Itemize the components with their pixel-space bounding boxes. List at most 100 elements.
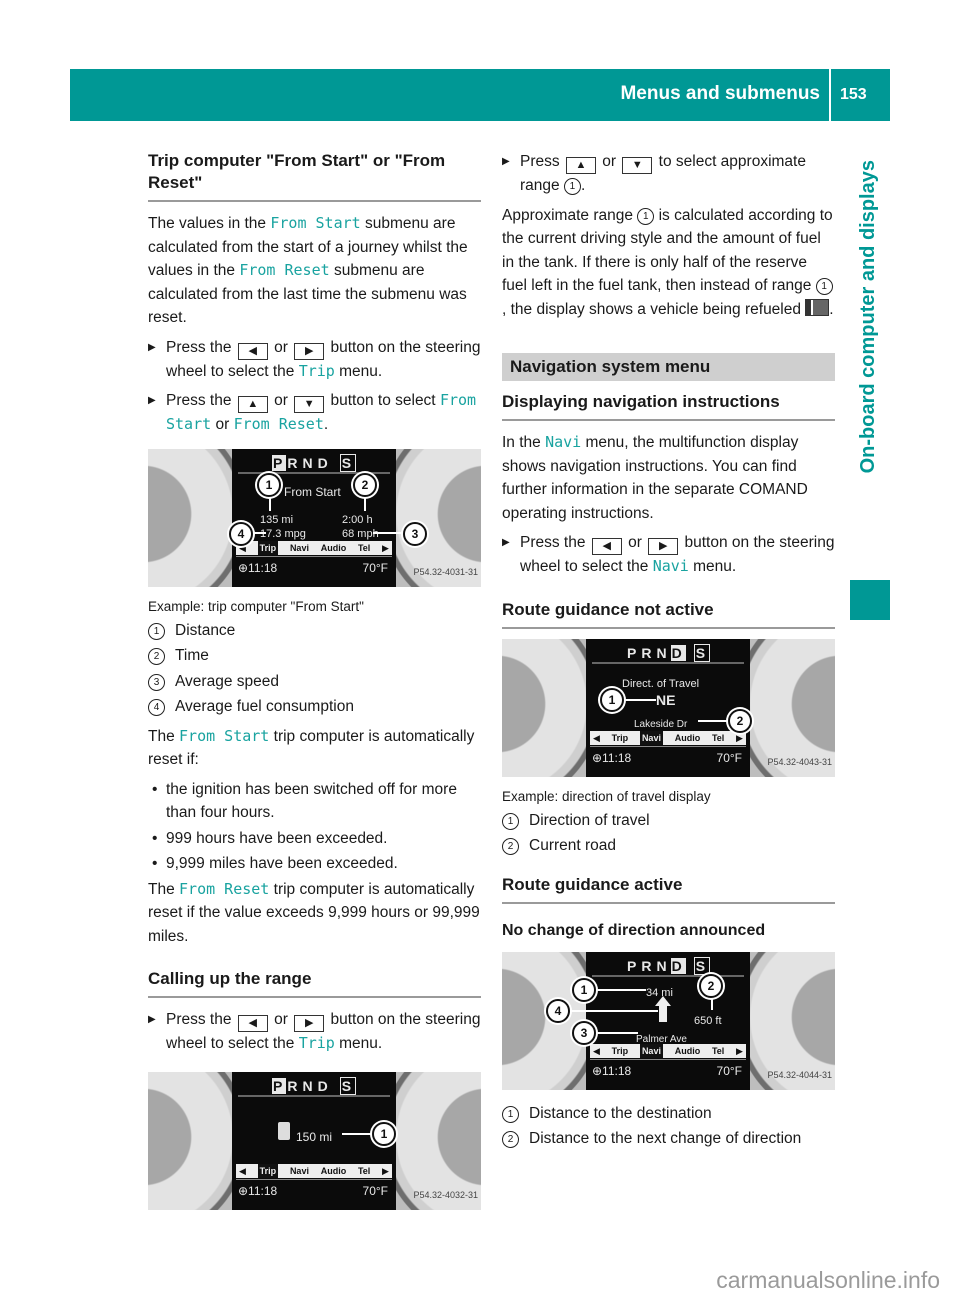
reset-paragraph: The From Start trip computer is automati…	[148, 725, 481, 772]
status-row: ⊕11:18 70°F	[592, 747, 742, 771]
range-paragraph: Approximate range 1 is calculated accord…	[502, 204, 835, 322]
menu-term: From Reset	[179, 879, 270, 898]
figure-caption: Example: trip computer "From Start"	[148, 598, 364, 614]
status-row: ⊕11:18 70°F	[592, 1060, 742, 1084]
status-row: ⊕11:18 70°F	[238, 1180, 388, 1204]
figure-caption: Example: direction of travel display	[502, 788, 711, 804]
gear-d: D	[317, 454, 331, 471]
legend-item: 2 Distance to the next change of directio…	[502, 1127, 835, 1151]
callout-number: 1	[502, 1105, 519, 1123]
gear-n: N	[656, 957, 670, 974]
multifunction-display: PRNDS 150 mi ◀ Trip Navi Audio Tel ▶ ⊕11…	[232, 1071, 396, 1210]
straight-arrow-shaft	[659, 1005, 667, 1022]
text: Press the	[166, 1011, 236, 1028]
menu-term: From Reset	[239, 261, 330, 279]
right-button-icon: ▶	[294, 1015, 325, 1032]
callout-1: 1	[600, 687, 624, 712]
legend-label: Time	[175, 647, 209, 664]
callout-number: 2	[148, 648, 165, 665]
menu-bar: ◀ Trip Navi Audio Tel ▶	[590, 1043, 746, 1058]
page-number: 153	[840, 86, 867, 103]
figure-code: P54.32-4044-31	[767, 1070, 832, 1080]
clock: ⊕11:18	[592, 1063, 632, 1078]
callout-2: 2	[353, 472, 377, 497]
menu-next-icon: ▶	[736, 732, 743, 743]
callout-line	[342, 1132, 374, 1135]
legend-item: 4 Average fuel consumption	[148, 695, 481, 719]
instruction-step: Press the ▲ or ▼ button to select From S…	[148, 389, 481, 437]
menu-trip: Trip	[257, 1163, 279, 1178]
callout-line	[592, 1031, 638, 1034]
callout-2: 2	[699, 973, 723, 998]
callout-4: 4	[229, 521, 253, 546]
menu-navi: Navi	[639, 730, 663, 745]
menu-trip: Trip	[611, 1045, 629, 1056]
menu-term: Navi	[545, 433, 582, 451]
watermark: carmanualsonline.info	[716, 1267, 940, 1293]
outside-temperature: 70°F	[362, 1183, 388, 1198]
callout-number: 2	[502, 1131, 519, 1148]
callout-number: 4	[148, 699, 165, 716]
callout-2: 2	[728, 708, 752, 733]
multifunction-display: PRNDS 34 mi 650 ft Palmer Ave ◀ Trip Nav…	[586, 951, 750, 1090]
legend-item: 3 Average speed	[148, 670, 481, 694]
reset2-paragraph: The From Reset trip computer is automati…	[148, 878, 481, 949]
callout-line	[562, 1009, 658, 1012]
not-active-heading: Route guidance not active	[502, 599, 835, 629]
menu-tel: Tel	[357, 542, 371, 553]
callout-line	[373, 531, 403, 534]
callout-4: 4	[546, 998, 570, 1023]
down-button-icon: ▼	[622, 157, 653, 174]
intro-paragraph: The values in the From Start submenu are…	[148, 212, 481, 330]
callout-line	[711, 995, 713, 1010]
legend-label: Direction of travel	[529, 811, 650, 829]
chapter-tab: On-board computer and displays	[838, 160, 898, 570]
cluster-figure-route-active: PRNDS 34 mi 650 ft Palmer Ave ◀ Trip Nav…	[502, 951, 835, 1090]
gear-n: N	[302, 454, 316, 471]
menu-navi: Navi	[639, 1043, 663, 1058]
callout-line	[622, 698, 656, 701]
legend-label: Current road	[529, 837, 617, 854]
legend-item: 2 Time	[148, 644, 481, 668]
direction-value: NE	[656, 691, 676, 708]
callout-number: 1	[637, 207, 655, 225]
cluster-figure-from-start: PRNDS From Start 135 mi 2:00 h 17.3 mpg …	[148, 448, 481, 587]
gear-p: P	[271, 1077, 287, 1094]
chapter-marker	[850, 580, 890, 620]
navigation-band-heading: Navigation system menu	[502, 353, 835, 381]
figure-code: P54.32-4032-31	[413, 1190, 478, 1200]
callout-line	[592, 988, 646, 991]
menu-term: From Start	[179, 726, 270, 745]
text: Press	[520, 153, 564, 170]
menu-term: From Start	[270, 214, 361, 232]
sport-mode: S	[693, 956, 711, 975]
menu-bar: ◀ Trip Navi Audio Tel ▶	[236, 540, 392, 555]
menu-next-icon: ▶	[382, 1165, 389, 1176]
bullet-item: 999 hours have been exceeded.	[148, 827, 481, 851]
submenu-title: From Start	[284, 484, 341, 499]
callout-number: 3	[148, 673, 165, 691]
gear-r: R	[287, 454, 301, 471]
fuel-pump-icon	[278, 1121, 290, 1140]
callout-3: 3	[572, 1020, 596, 1045]
instruction-step: Press the ◀ or ▶ button on the steering …	[148, 1008, 481, 1056]
nav-intro-paragraph: In the Navi menu, the multifunction disp…	[502, 431, 835, 525]
menu-prev-icon: ◀	[593, 732, 600, 743]
legend-label: Distance to the destination	[529, 1104, 712, 1122]
gear-n: N	[656, 644, 670, 661]
menu-tel: Tel	[711, 732, 725, 743]
callout-number: 1	[502, 812, 519, 830]
menu-trip: Trip	[257, 540, 279, 555]
next-change-distance: 650 ft	[694, 1014, 722, 1027]
up-button-icon: ▲	[565, 157, 596, 174]
outside-temperature: 70°F	[716, 750, 742, 765]
callout-number: 1	[148, 622, 165, 640]
menu-trip: Trip	[611, 732, 629, 743]
gear-r: R	[287, 1077, 301, 1094]
divider	[592, 974, 744, 977]
clock: ⊕11:18	[238, 560, 278, 575]
menu-next-icon: ▶	[736, 1045, 743, 1056]
outside-temperature: 70°F	[362, 560, 388, 575]
left-button-icon: ◀	[237, 342, 268, 360]
callout-3: 3	[403, 521, 427, 546]
